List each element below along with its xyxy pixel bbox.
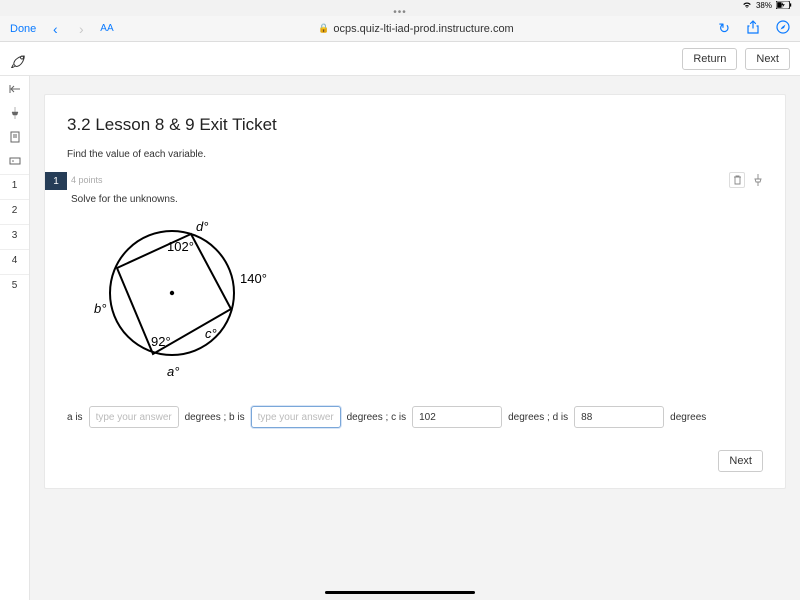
answer-a-input[interactable]: [89, 406, 179, 428]
answer-b-input[interactable]: [251, 406, 341, 428]
done-button[interactable]: Done: [10, 23, 36, 35]
rail-q4[interactable]: 4: [0, 253, 29, 268]
rail-q2[interactable]: 2: [0, 203, 29, 218]
text-size-button[interactable]: AA: [100, 23, 113, 34]
url-bar[interactable]: 🔒 ocps.quiz-lti-iad-prod.instructure.com: [126, 23, 707, 35]
question-points: 4 points: [71, 175, 103, 185]
d-lead: degrees ; d is: [508, 412, 568, 423]
reload-icon[interactable]: ↻: [718, 20, 730, 37]
circle-diagram: d° 102° 140° b° 92° c° a°: [77, 213, 763, 388]
trash-icon[interactable]: [729, 172, 745, 188]
pin-question-icon[interactable]: [753, 172, 763, 188]
wifi-icon: [742, 1, 752, 9]
label-140: 140°: [240, 271, 267, 286]
quiz-card: 3.2 Lesson 8 & 9 Exit Ticket Find the va…: [44, 94, 786, 489]
battery-label: 38%: [756, 1, 772, 10]
label-b: b°: [94, 301, 106, 316]
label-c: c°: [205, 326, 217, 341]
rocket-icon[interactable]: [10, 50, 28, 68]
label-92: 92°: [151, 334, 171, 349]
quiz-instruction: Find the value of each variable.: [67, 149, 763, 160]
b-lead: degrees ; b is: [185, 412, 245, 423]
collapse-icon[interactable]: [8, 82, 22, 96]
url-text: ocps.quiz-lti-iad-prod.instructure.com: [333, 23, 513, 35]
safari-toolbar: Done ‹ › AA 🔒 ocps.quiz-lti-iad-prod.ins…: [0, 16, 800, 42]
compass-icon[interactable]: [776, 20, 790, 34]
battery-icon: [776, 1, 792, 9]
lock-icon: 🔒: [318, 23, 329, 34]
left-rail: 1 2 3 4 5: [0, 76, 30, 600]
rail-q1[interactable]: 1: [0, 178, 29, 193]
return-button[interactable]: Return: [682, 48, 737, 70]
label-a: a°: [167, 364, 179, 379]
question-header: 1 4 points: [67, 172, 763, 188]
answer-row: a is degrees ; b is degrees ; c is degre…: [67, 406, 763, 428]
question-number: 1: [45, 172, 67, 190]
share-icon[interactable]: [746, 20, 760, 34]
content-area: 3.2 Lesson 8 & 9 Exit Ticket Find the va…: [30, 76, 800, 600]
question-prompt: Solve for the unknowns.: [71, 194, 763, 205]
rail-q5[interactable]: 5: [0, 278, 29, 293]
pin-icon[interactable]: [8, 106, 22, 120]
answer-c-input[interactable]: [412, 406, 502, 428]
next-button-bottom[interactable]: Next: [718, 450, 763, 472]
app-toolbar: Return Next: [0, 42, 800, 76]
quiz-title: 3.2 Lesson 8 & 9 Exit Ticket: [67, 115, 763, 135]
label-102: 102°: [167, 239, 194, 254]
answer-d-input[interactable]: [574, 406, 664, 428]
page-icon[interactable]: [8, 130, 22, 144]
slides-icon[interactable]: [8, 154, 22, 168]
forward-button: ›: [74, 21, 88, 37]
next-button-top[interactable]: Next: [745, 48, 790, 70]
trail: degrees: [670, 412, 706, 423]
label-d: d°: [196, 219, 208, 234]
home-indicator[interactable]: [325, 591, 475, 594]
rail-q3[interactable]: 3: [0, 228, 29, 243]
c-lead: degrees ; c is: [347, 412, 406, 423]
back-button[interactable]: ‹: [48, 21, 62, 37]
a-lead: a is: [67, 412, 83, 423]
